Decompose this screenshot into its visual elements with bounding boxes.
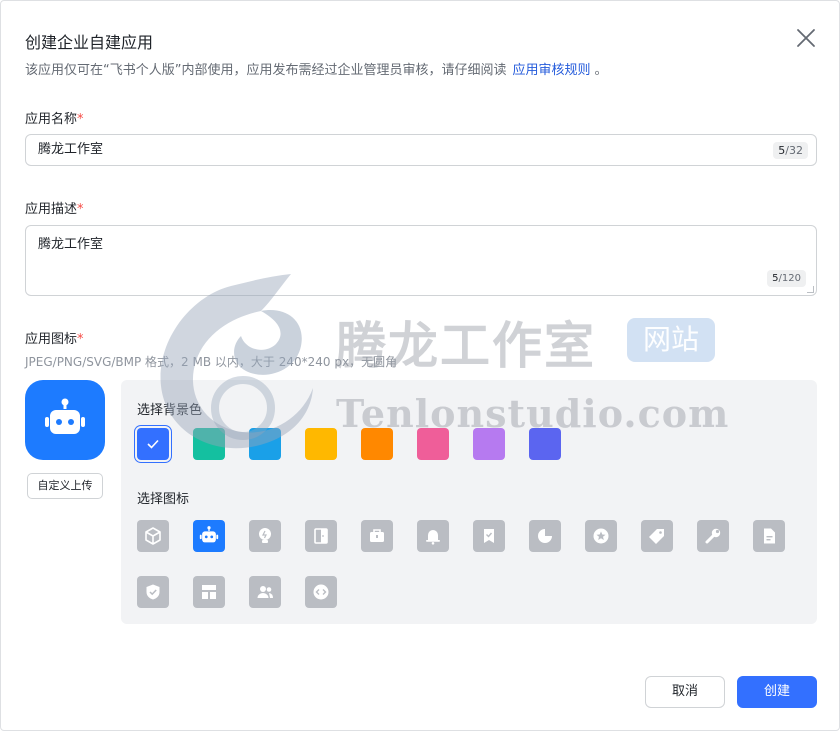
cube-icon[interactable] xyxy=(137,520,169,552)
star-badge-icon[interactable] xyxy=(585,520,617,552)
bookmark-check-icon[interactable] xyxy=(473,520,505,552)
app-name-label: 应用名称* xyxy=(25,108,84,127)
required-mark: * xyxy=(77,332,84,347)
bell-icon[interactable] xyxy=(417,520,449,552)
bg-swatch-pink[interactable] xyxy=(417,428,449,460)
dialog-title: 创建企业自建应用 xyxy=(25,33,154,52)
watermark-badge: 网站 xyxy=(627,318,715,362)
custom-upload-button[interactable]: 自定义上传 xyxy=(27,473,103,499)
bg-swatch-yellow[interactable] xyxy=(305,428,337,460)
create-button[interactable]: 创建 xyxy=(737,676,817,708)
code-icon[interactable] xyxy=(305,576,337,608)
bg-color-section-label: 选择背景色 xyxy=(137,403,203,418)
app-name-input[interactable]: 腾龙工作室 5/32 xyxy=(25,134,817,166)
shield-check-icon[interactable] xyxy=(137,576,169,608)
cancel-button[interactable]: 取消 xyxy=(645,676,725,708)
bulb-icon[interactable] xyxy=(249,520,281,552)
create-app-dialog: 创建企业自建应用 该应用仅可在“飞书个人版”内部使用，应用发布需经过企业管理员审… xyxy=(0,0,840,731)
bg-swatch-orange[interactable] xyxy=(361,428,393,460)
review-rules-link[interactable]: 应用审核规则 xyxy=(512,63,590,78)
app-desc-value: 腾龙工作室 xyxy=(38,237,104,252)
app-desc-counter: 5/120 xyxy=(767,270,806,287)
app-desc-max: /120 xyxy=(778,273,801,284)
dialog-subtitle: 该应用仅可在“飞书个人版”内部使用，应用发布需经过企业管理员审核，请仔细阅读 应用… xyxy=(25,59,608,78)
resize-handle[interactable] xyxy=(807,286,814,293)
app-icon-label: 应用图标* xyxy=(25,328,84,347)
app-name-value: 腾龙工作室 xyxy=(38,142,104,157)
app-icon-label-text: 应用图标 xyxy=(25,332,78,347)
icon-picker-panel: 选择背景色 选择图标 xyxy=(121,380,817,624)
app-name-max: /32 xyxy=(785,144,803,157)
wrench-icon[interactable] xyxy=(697,520,729,552)
robot-icon xyxy=(45,398,85,434)
tag-icon[interactable] xyxy=(641,520,673,552)
app-desc-textarea[interactable]: 腾龙工作室 5/120 xyxy=(25,225,817,296)
subtitle-text: 该应用仅可在“飞书个人版”内部使用，应用发布需经过企业管理员审核，请仔细阅读 xyxy=(25,63,507,78)
icon-section-label: 选择图标 xyxy=(137,492,190,507)
door-icon[interactable] xyxy=(305,520,337,552)
close-icon[interactable] xyxy=(795,27,817,49)
app-name-counter: 5/32 xyxy=(773,142,808,159)
required-mark: * xyxy=(77,202,84,217)
app-icon-preview xyxy=(25,380,105,460)
robot-icon[interactable] xyxy=(193,520,225,552)
people-icon[interactable] xyxy=(249,576,281,608)
briefcase-icon[interactable] xyxy=(361,520,393,552)
pie-chart-icon[interactable] xyxy=(529,520,561,552)
app-name-label-text: 应用名称 xyxy=(25,112,78,127)
bg-swatch-blue[interactable] xyxy=(137,428,169,460)
layout-icon[interactable] xyxy=(193,576,225,608)
subtitle-end: 。 xyxy=(594,63,608,78)
bg-swatch-purple[interactable] xyxy=(473,428,505,460)
document-icon[interactable] xyxy=(753,520,785,552)
icon-format-hint: JPEG/PNG/SVG/BMP 格式，2 MB 以内，大于 240*240 p… xyxy=(25,355,398,369)
app-desc-label: 应用描述* xyxy=(25,198,84,217)
check-icon xyxy=(137,428,169,460)
bg-swatch-green[interactable] xyxy=(193,428,225,460)
bg-swatch-sky[interactable] xyxy=(249,428,281,460)
required-mark: * xyxy=(77,112,84,127)
bg-swatch-indigo[interactable] xyxy=(529,428,561,460)
app-desc-label-text: 应用描述 xyxy=(25,202,78,217)
